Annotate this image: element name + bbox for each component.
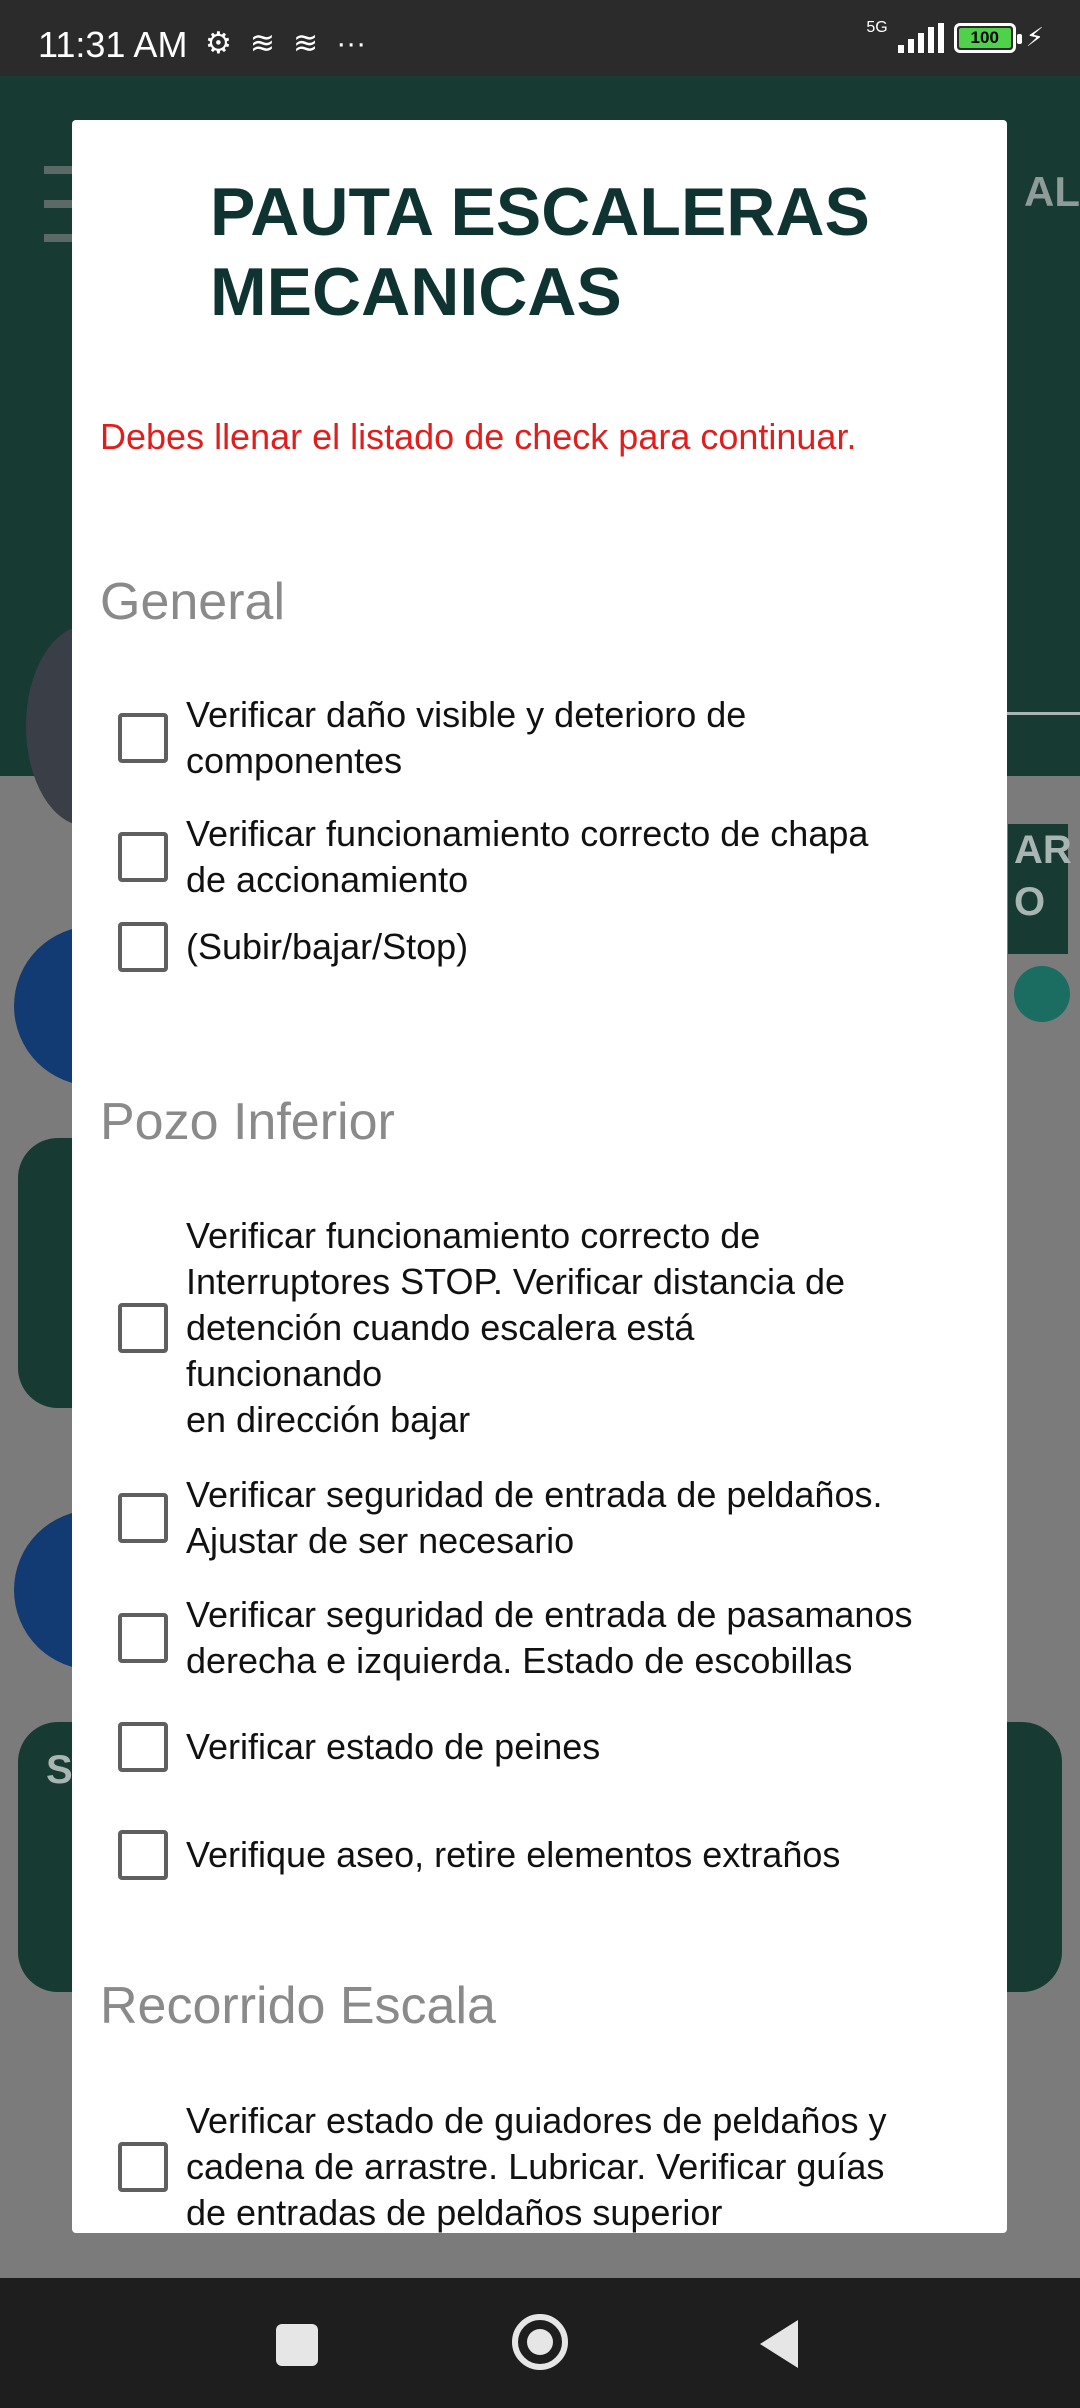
status-icons-right: 5G 100 ⚡ [866,18,1044,53]
checkbox[interactable] [118,1830,168,1880]
checklist-item[interactable]: Verificar funcionamiento correcto de Int… [118,1213,998,1443]
background-header-text: AL [1024,168,1080,215]
status-time: 11:31 AM [38,24,188,65]
home-button[interactable] [512,2314,568,2370]
checklist-item[interactable]: Verificar daño visible y deterioro de co… [118,692,998,784]
menu-icon [44,166,74,306]
checklist-item-label: Verificar daño visible y deterioro de co… [186,694,747,781]
checklist-item[interactable]: Verificar estado de guiadores de peldaño… [118,2098,998,2233]
checkbox[interactable] [118,2142,168,2192]
checkbox[interactable] [118,1493,168,1543]
checkbox[interactable] [118,1613,168,1663]
recent-apps-button[interactable] [276,2324,318,2366]
background-divider [1000,712,1080,715]
checklist-item-label: Verificar estado de guiadores de peldaño… [186,2100,887,2233]
navigation-bar [0,2278,1080,2408]
section-title-pozo-inferior: Pozo Inferior [100,1093,395,1151]
status-icons-left: ⚙ ≋ ≋ ··· [205,26,366,61]
checklist-dialog: PAUTA ESCALERAS MECANICAS Debes llenar e… [72,120,1007,2233]
checklist-item-label: Verificar seguridad de entrada de pasama… [186,1594,913,1681]
settings-icon: ⚙ [205,27,232,60]
background-card-letter: S [46,1748,73,1792]
signal-icon [897,22,944,53]
checkbox[interactable] [118,1303,168,1353]
layers-icon: ≋ [293,27,319,60]
battery-icon: 100 [953,22,1022,53]
charging-icon: ⚡ [1025,22,1044,52]
warning-message: Debes llenar el listado de check para co… [100,416,857,457]
checklist-item[interactable]: Verificar funcionamiento correcto de cha… [118,811,998,903]
network-label: 5G [866,18,888,36]
checkbox[interactable] [118,713,168,763]
checklist-item[interactable]: Verificar seguridad de entrada de peldañ… [118,1472,998,1564]
checkbox[interactable] [118,922,168,972]
layers-icon: ≋ [249,27,276,60]
battery-level: 100 [958,27,1011,48]
checklist-item[interactable]: Verifique aseo, retire elementos extraño… [118,1830,998,1880]
checklist-item[interactable]: Verificar estado de peines [118,1722,998,1772]
checklist-item-label: Verifique aseo, retire elementos extraño… [186,1834,841,1875]
checklist-item-label: Verificar funcionamiento correcto de cha… [186,813,869,900]
dialog-title: PAUTA ESCALERAS MECANICAS [210,174,870,330]
checklist-item-label: Verificar seguridad de entrada de peldañ… [186,1474,883,1561]
checkbox[interactable] [118,1722,168,1772]
section-title-general: General [100,573,285,631]
checklist-item-label: Verificar funcionamiento correcto de Int… [186,1215,846,1440]
section-title-recorrido-escala: Recorrido Escala [100,1977,496,2035]
checklist-item-label: (Subir/bajar/Stop) [186,926,469,967]
background-indicator [1014,966,1070,1022]
background-button: AR O [1008,824,1072,954]
more-icon: ··· [336,26,367,60]
checklist-item[interactable]: Verificar seguridad de entrada de pasama… [118,1592,998,1684]
back-button[interactable] [760,2320,798,2368]
checklist-item-label: Verificar estado de peines [186,1726,601,1767]
checkbox[interactable] [118,832,168,882]
status-bar: 11:31 AM ⚙ ≋ ≋ ··· 5G 100 ⚡ [0,0,1080,76]
checklist-item[interactable]: (Subir/bajar/Stop) [118,922,998,972]
